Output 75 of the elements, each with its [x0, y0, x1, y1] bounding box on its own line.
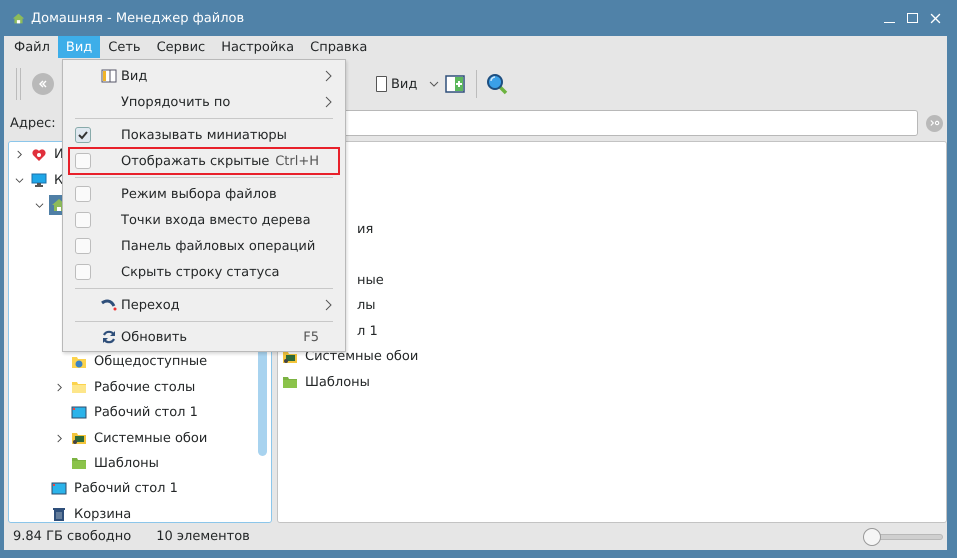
tree-item[interactable]: Рабочие столы: [94, 380, 196, 395]
chevron-right-icon: [325, 299, 333, 311]
close-icon[interactable]: [930, 12, 941, 24]
checkmark-icon: [77, 129, 89, 141]
chevron-right-icon[interactable]: [15, 150, 24, 160]
checkbox[interactable]: [75, 153, 91, 169]
file-item[interactable]: Шаблоны: [305, 374, 370, 390]
chevron-right-icon: [325, 96, 333, 108]
checkbox[interactable]: [75, 186, 91, 202]
toolbar-handle[interactable]: [16, 68, 21, 100]
menu-item[interactable]: Переход: [69, 292, 339, 318]
menu-item[interactable]: Сеть: [100, 36, 149, 58]
heart-icon: [31, 146, 47, 163]
shortcut-text: F5: [303, 330, 319, 344]
menu-item[interactable]: Отображать скрытые Ctrl+H: [69, 148, 339, 174]
shortcut-text: Ctrl+H: [275, 154, 319, 168]
double-chevron-left-icon: [38, 79, 48, 89]
folder-icon: [282, 374, 298, 390]
tree-item[interactable]: Корзина: [74, 506, 132, 522]
free-space-text: 9.84 ГБ свободно: [13, 529, 132, 544]
chevron-right-icon: [325, 70, 333, 82]
tree-item[interactable]: Системные обои: [94, 430, 208, 446]
reload-icon: [101, 329, 117, 345]
checkbox[interactable]: [75, 127, 91, 143]
picture-folder-icon: [71, 430, 87, 446]
columns-icon: [101, 68, 117, 84]
tree-item[interactable]: Общедоступные: [94, 354, 208, 370]
tree-item[interactable]: Рабочий стол 1: [94, 405, 198, 420]
desktop-icon: [71, 404, 87, 421]
address-label: Адрес:: [10, 116, 56, 130]
slider-thumb[interactable]: [863, 528, 881, 546]
menu-item[interactable]: Режим выбора файлов: [69, 181, 339, 207]
menu-item[interactable]: Обновить F5: [69, 325, 339, 349]
desktop-icon: [51, 480, 67, 497]
view-mode-button[interactable]: Вид: [376, 76, 418, 92]
file-item[interactable]: ия: [357, 222, 374, 238]
file-item[interactable]: ные: [357, 272, 384, 288]
page-icon: [376, 76, 387, 92]
tree-item[interactable]: Шаблоны: [94, 456, 159, 471]
menu-item[interactable]: Настройка: [213, 36, 302, 58]
chevron-down-icon[interactable]: [35, 200, 44, 210]
search-icon[interactable]: [486, 73, 508, 95]
folder-icon: [71, 379, 87, 396]
chevron-right-icon[interactable]: [55, 434, 64, 443]
tree-item[interactable]: Рабочий стол 1: [74, 481, 178, 496]
menu-item[interactable]: Точки входа вместо дерева: [69, 207, 339, 233]
menu-item[interactable]: Файл: [4, 36, 58, 58]
home-icon: [12, 12, 25, 24]
menu-item[interactable]: Скрыть строку статуса: [69, 259, 339, 285]
menu-item[interactable]: Сервис: [148, 36, 214, 58]
checkbox[interactable]: [75, 264, 91, 280]
file-item[interactable]: Системные обои: [305, 349, 418, 364]
zoom-slider[interactable]: [863, 528, 943, 546]
menu-item[interactable]: Панель файловых операций: [69, 233, 339, 259]
trash-icon: [51, 506, 67, 522]
curved-arrow-icon: [101, 297, 117, 313]
item-count-text: 10 элементов: [156, 529, 250, 544]
maximize-button[interactable]: [907, 13, 918, 23]
go-icon: [930, 118, 940, 128]
menu-item[interactable]: Упорядочить по: [69, 89, 339, 115]
menu-item[interactable]: Вид: [69, 63, 339, 89]
file-item[interactable]: л 1: [357, 324, 378, 339]
chevron-right-icon[interactable]: [55, 382, 64, 392]
folder-icon: [71, 455, 87, 472]
file-item[interactable]: лы: [357, 298, 376, 314]
checkbox[interactable]: [75, 212, 91, 228]
tree-item[interactable]: К: [54, 172, 64, 188]
chevron-down-icon[interactable]: [15, 176, 24, 185]
window-title: Домашняя - Менеджер файлов: [31, 10, 244, 26]
caret-icon[interactable]: [429, 79, 440, 89]
menu-item[interactable]: Справка: [302, 36, 376, 58]
menu-item[interactable]: Показывать миниатюры: [69, 122, 339, 148]
split-panel-icon[interactable]: [445, 75, 466, 93]
monitor-icon: [31, 172, 47, 188]
checkbox[interactable]: [75, 238, 91, 254]
